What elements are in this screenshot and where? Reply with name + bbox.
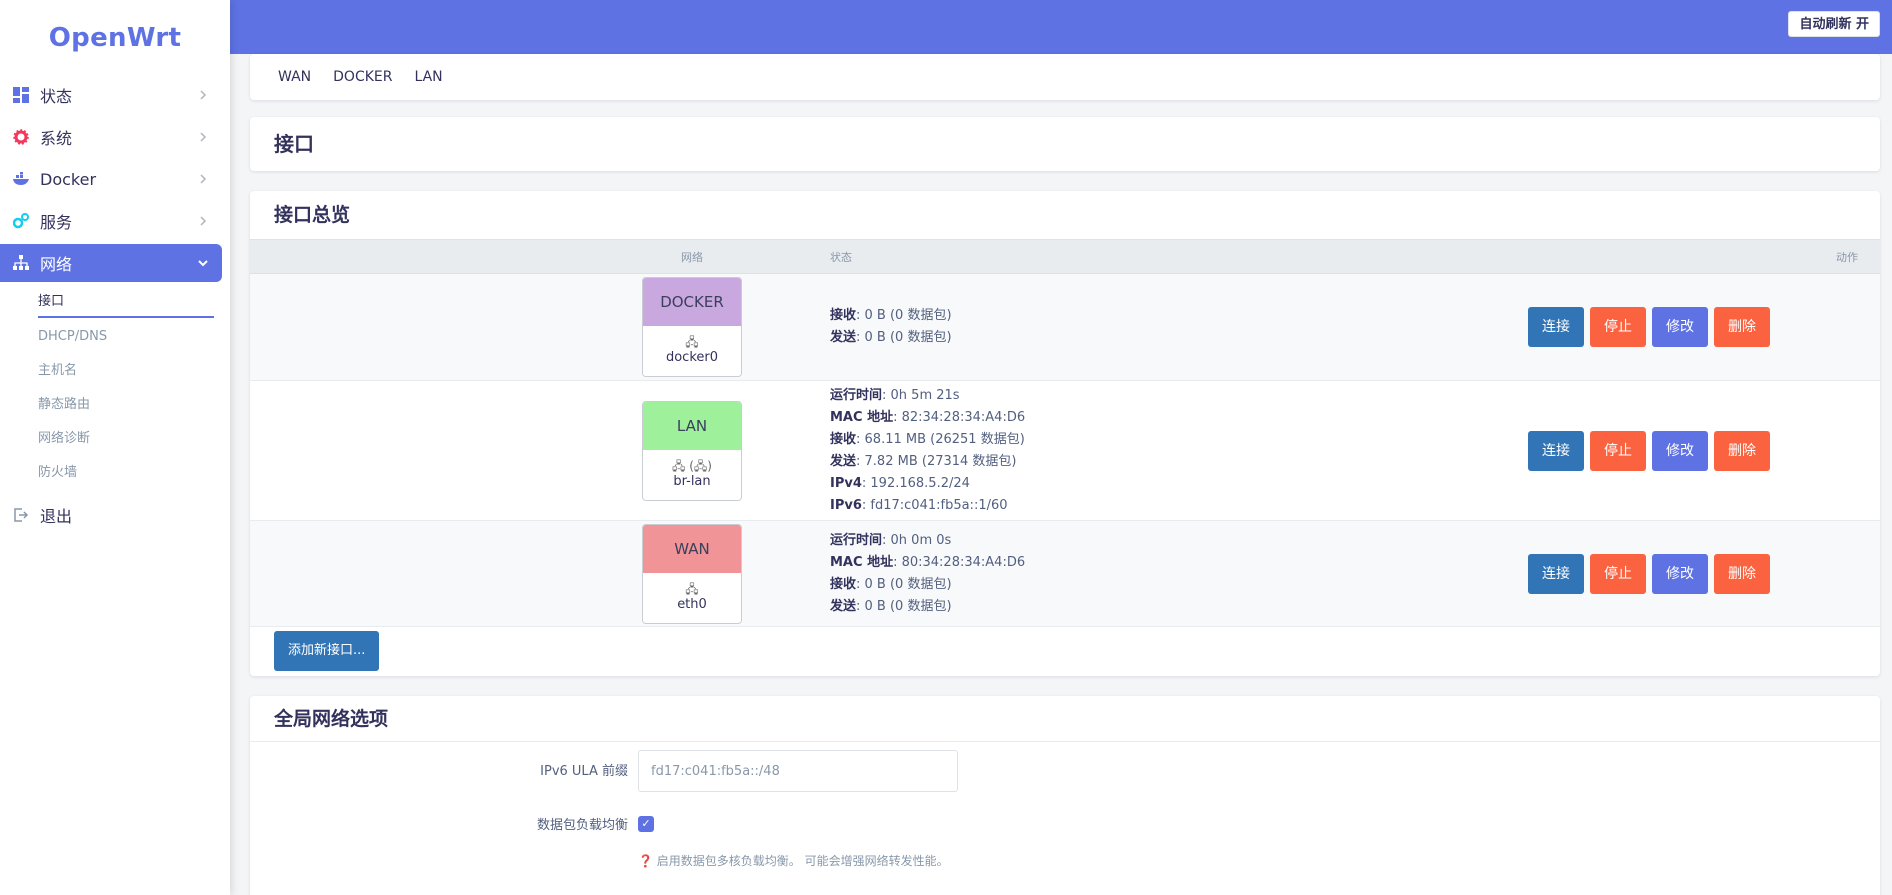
interface-badge-docker[interactable]: DOCKER 🖧 docker0 [642, 277, 742, 377]
gear-icon [12, 128, 30, 146]
submenu-item-hostnames[interactable]: 主机名 [38, 354, 214, 388]
submenu-item-diagnostics[interactable]: 网络诊断 [38, 422, 214, 456]
sidebar-item-label: 退出 [40, 507, 73, 526]
delete-button[interactable]: 删除 [1714, 430, 1770, 471]
stop-button[interactable]: 停止 [1590, 430, 1646, 471]
interface-status: 运行时间: 0h 5m 21s MAC 地址: 82:34:28:34:A4:D… [830, 387, 1026, 513]
interface-badge-lan[interactable]: LAN 🖧 (🖧) br-lan [642, 400, 742, 501]
balance-label: 数据包负载均衡 [536, 818, 628, 833]
logout-icon [12, 506, 30, 524]
sidebar: OpenWrt 状态 系统 Docker 服务 网络 接口 DHCP/DNS 主… [0, 0, 230, 895]
sidebar-item-network[interactable]: 网络 [0, 244, 222, 282]
sidebar-item-logout[interactable]: 退出 [0, 496, 222, 534]
overview-title: 接口总览 [274, 204, 351, 226]
interface-tabs: WAN DOCKER LAN [250, 54, 1880, 100]
col-header-status: 状态 [830, 239, 1630, 274]
add-interface-button[interactable]: 添加新接口... [274, 631, 380, 671]
col-header-network: 网络 [250, 239, 930, 274]
delete-button[interactable]: 删除 [1714, 553, 1770, 594]
sidebar-item-label: 系统 [40, 129, 73, 148]
submenu-item-dhcp[interactable]: DHCP/DNS [38, 320, 214, 354]
packet-steering-checkbox[interactable]: ✓ [638, 816, 654, 832]
balance-help-text: 启用数据包多核负载均衡。 可能会增强网络转发性能。 [656, 854, 949, 868]
ethernet-icon: 🖧 [685, 335, 699, 349]
top-header: 自动刷新 开 [230, 0, 1892, 54]
chevron-right-icon [200, 132, 207, 142]
delete-button[interactable]: 删除 [1714, 307, 1770, 347]
interface-badge-wan[interactable]: WAN 🖧 eth0 [642, 523, 742, 624]
chevron-right-icon [200, 174, 207, 184]
ula-label: IPv6 ULA 前缀 [540, 764, 628, 779]
sidebar-item-label: 网络 [40, 255, 73, 274]
sidebar-item-status[interactable]: 状态 [0, 76, 222, 114]
interface-device: eth0 [677, 596, 707, 612]
chevron-right-icon [200, 90, 207, 100]
auto-refresh-toggle[interactable]: 自动刷新 开 [1788, 11, 1880, 37]
chevron-down-icon [198, 260, 208, 267]
submenu-item-routes[interactable]: 静态路由 [38, 388, 214, 422]
table-row: DOCKER 🖧 docker0 接收: 0 B (0 数据包) 发送: 0 B… [250, 273, 1880, 381]
interface-name: DOCKER [643, 278, 741, 326]
sidebar-item-label: 服务 [40, 213, 73, 232]
balance-row: 数据包负载均衡 ✓ ❓ 启用数据包多核负载均衡。 可能会增强网络转发性能。 [250, 796, 1880, 886]
tab-lan[interactable]: LAN [414, 69, 442, 85]
submenu-item-interfaces[interactable]: 接口 [38, 286, 214, 318]
connect-button[interactable]: 连接 [1528, 430, 1584, 471]
col-header-actions: 动作 [1630, 239, 1880, 274]
interface-status: 运行时间: 0h 0m 0s MAC 地址: 80:34:28:34:A4:D6… [830, 532, 1026, 614]
page-title-card: 接口 [250, 117, 1880, 171]
connect-button[interactable]: 连接 [1528, 307, 1584, 347]
sidebar-item-system[interactable]: 系统 [0, 118, 222, 156]
submenu-item-firewall[interactable]: 防火墙 [38, 456, 214, 490]
chevron-right-icon [200, 216, 207, 226]
ethernet-icon: 🖧 (🖧) [672, 458, 712, 473]
interface-device: docker0 [665, 350, 719, 365]
stop-button[interactable]: 停止 [1590, 307, 1646, 347]
connect-button[interactable]: 连接 [1528, 553, 1584, 594]
global-options-title: 全局网络选项 [250, 696, 1880, 742]
ethernet-icon: 🖧 [685, 581, 699, 596]
table-row: WAN 🖧 eth0 运行时间: 0h 0m 0s MAC 地址: 80:34:… [250, 520, 1880, 627]
sidebar-item-docker[interactable]: Docker [0, 160, 222, 198]
tab-docker[interactable]: DOCKER [333, 69, 392, 85]
interface-status: 接收: 0 B (0 数据包) 发送: 0 B (0 数据包) [830, 308, 952, 345]
interface-name: LAN [643, 401, 741, 450]
dashboard-icon [12, 86, 30, 104]
tab-wan[interactable]: WAN [278, 69, 311, 85]
cogs-icon [12, 212, 30, 230]
interface-device: br-lan [673, 473, 711, 489]
network-submenu: 接口 DHCP/DNS 主机名 静态路由 网络诊断 防火墙 [0, 286, 230, 496]
help-icon: ❓ [638, 854, 653, 868]
page-title: 接口 [274, 132, 314, 156]
brand-logo[interactable]: OpenWrt [0, 0, 230, 76]
stop-button[interactable]: 停止 [1590, 553, 1646, 594]
edit-button[interactable]: 修改 [1652, 553, 1708, 594]
sidebar-item-services[interactable]: 服务 [0, 202, 222, 240]
docker-icon [12, 170, 30, 188]
sidebar-item-label: Docker [40, 169, 97, 189]
edit-button[interactable]: 修改 [1652, 430, 1708, 471]
table-row: LAN 🖧 (🖧) br-lan 运行时间: 0h 5m 21s MAC 地址:… [250, 380, 1880, 521]
sidebar-item-label: 状态 [40, 87, 73, 106]
interface-overview-card: 接口总览 网络 状态 动作 DOCKER 🖧 docker0 接收: 0 B (… [250, 191, 1880, 676]
global-options-card: 全局网络选项 IPv6 ULA 前缀 数据包负载均衡 ✓ ❓ 启用数据包多核负载… [250, 696, 1880, 895]
ula-row: IPv6 ULA 前缀 [250, 742, 1880, 796]
ula-prefix-input[interactable] [638, 750, 958, 792]
interface-table: 网络 状态 动作 DOCKER 🖧 docker0 接收: 0 B (0 数据包… [250, 239, 1880, 627]
sitemap-icon [12, 254, 30, 272]
interface-name: WAN [643, 524, 741, 573]
edit-button[interactable]: 修改 [1652, 307, 1708, 347]
